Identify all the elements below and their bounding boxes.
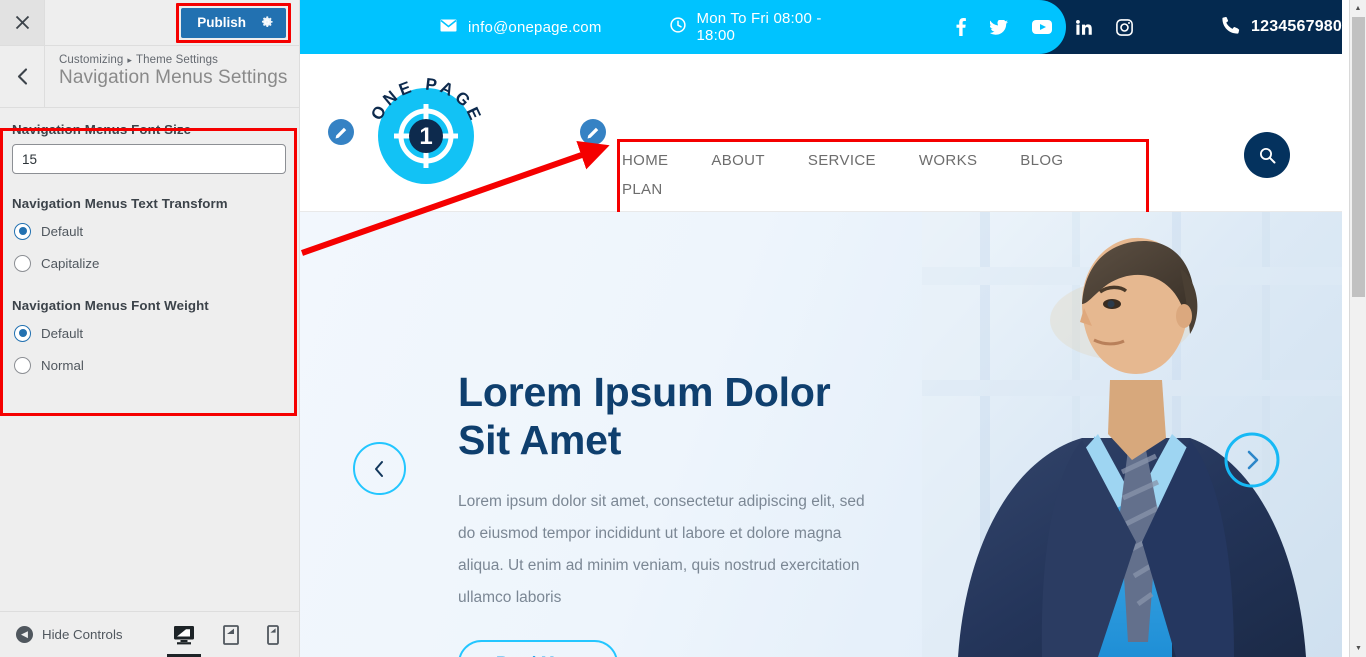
customizer-footer: ◀ Hide Controls xyxy=(0,611,299,657)
mobile-icon[interactable] xyxy=(267,624,279,645)
hero-title: Lorem Ipsum Dolor Sit Amet xyxy=(458,369,831,463)
breadcrumb-separator-icon: ▸ xyxy=(127,55,132,65)
gear-icon[interactable] xyxy=(260,15,274,31)
site-logo[interactable]: ONE PAGE 1 xyxy=(362,68,490,196)
chevron-left-circle-icon: ◀ xyxy=(16,626,33,643)
edit-pencil-icon-nav[interactable] xyxy=(580,119,606,145)
topbar-email[interactable]: info@onepage.com xyxy=(440,19,602,36)
publish-button[interactable]: Publish xyxy=(181,7,286,38)
nav-item-works[interactable]: WORKS xyxy=(919,146,977,175)
youtube-icon[interactable] xyxy=(1032,20,1053,34)
customizer-controls: Navigation Menus Font Size Navigation Me… xyxy=(0,108,299,378)
topbar-hours: Mon To Fri 08:00 - 18:00 xyxy=(669,10,857,44)
radio-label: Normal xyxy=(41,357,84,373)
facebook-icon[interactable] xyxy=(956,18,966,36)
radio-label: Capitalize xyxy=(41,255,100,271)
radio-label: Default xyxy=(41,223,84,239)
device-preview-switcher xyxy=(173,624,299,645)
hero-photo xyxy=(922,212,1342,657)
topbar-phone-text: 1234567980 xyxy=(1251,18,1342,35)
slider-prev-button[interactable] xyxy=(353,442,406,495)
publish-area: Publish xyxy=(45,0,299,45)
publish-label: Publish xyxy=(197,14,246,30)
nav-item-service[interactable]: SERVICE xyxy=(808,146,876,175)
font-size-label: Navigation Menus Font Size xyxy=(12,122,192,137)
twitter-icon[interactable] xyxy=(990,19,1009,35)
topbar-email-text: info@onepage.com xyxy=(468,18,602,36)
hero-content: Lorem Ipsum Dolor Sit Amet Lorem ipsum d… xyxy=(458,369,878,657)
font-size-input[interactable] xyxy=(12,144,286,174)
tablet-icon[interactable] xyxy=(223,624,239,645)
site-navbar: ONE PAGE 1 HOME ABOUT SERVICE WORKS BLOG… xyxy=(300,54,1342,249)
radio-font-weight-default[interactable]: Default xyxy=(14,320,287,346)
radio-text-transform-default[interactable]: Default xyxy=(14,218,287,244)
search-icon[interactable] xyxy=(1244,132,1290,178)
customizer-sidebar: Publish Customizing ▸ Theme Settings Nav… xyxy=(0,0,300,657)
control-text-transform: Navigation Menus Text Transform Default … xyxy=(12,196,287,276)
read-more-button[interactable]: Read More xyxy=(458,640,619,657)
mail-icon xyxy=(440,19,457,36)
radio-icon[interactable] xyxy=(14,324,31,342)
page-title: Navigation Menus Settings xyxy=(59,67,288,88)
control-font-weight: Navigation Menus Font Weight Default Nor… xyxy=(12,298,287,378)
text-transform-label: Navigation Menus Text Transform xyxy=(12,196,228,211)
instagram-icon[interactable] xyxy=(1116,18,1133,36)
topbar-social-links xyxy=(956,18,1133,36)
radio-icon[interactable] xyxy=(14,254,31,272)
scrollbar-thumb[interactable] xyxy=(1352,17,1365,297)
hide-controls-button[interactable]: ◀ Hide Controls xyxy=(16,626,123,643)
scroll-down-icon[interactable]: ▼ xyxy=(1350,640,1366,657)
phone-icon xyxy=(1221,15,1240,39)
hide-controls-label: Hide Controls xyxy=(42,627,123,642)
customizer-screen: Publish Customizing ▸ Theme Settings Nav… xyxy=(0,0,1366,657)
svg-text:1: 1 xyxy=(419,123,432,150)
edit-pencil-icon-logo[interactable] xyxy=(328,119,354,145)
hero-slider: Lorem Ipsum Dolor Sit Amet Lorem ipsum d… xyxy=(300,212,1342,657)
nav-item-blog[interactable]: BLOG xyxy=(1020,146,1063,175)
customizer-topbar: Publish xyxy=(0,0,299,46)
font-weight-label: Navigation Menus Font Weight xyxy=(12,298,209,313)
radio-font-weight-normal[interactable]: Normal xyxy=(14,352,287,378)
back-button[interactable] xyxy=(0,46,45,107)
desktop-icon[interactable] xyxy=(173,625,195,645)
site-preview: info@onepage.com Mon To Fri 08:00 - 18:0… xyxy=(300,0,1342,657)
radio-icon[interactable] xyxy=(14,222,31,240)
control-font-size: Navigation Menus Font Size xyxy=(12,122,287,174)
scroll-up-icon[interactable]: ▲ xyxy=(1350,0,1366,17)
topbar-hours-text: Mon To Fri 08:00 - 18:00 xyxy=(696,10,822,44)
radio-icon[interactable] xyxy=(14,356,31,374)
close-icon[interactable] xyxy=(0,0,45,45)
breadcrumb-root[interactable]: Customizing xyxy=(59,54,123,66)
radio-text-transform-capitalize[interactable]: Capitalize xyxy=(14,250,287,276)
nav-item-home[interactable]: HOME xyxy=(622,146,668,175)
linkedin-icon[interactable] xyxy=(1076,19,1092,35)
panel-titles: Customizing ▸ Theme Settings Navigation Me… xyxy=(45,46,288,107)
clock-icon xyxy=(669,17,686,37)
customizer-header: Customizing ▸ Theme Settings Navigation Me… xyxy=(0,46,299,108)
publish-highlight-box: Publish xyxy=(176,2,291,43)
hero-description: Lorem ipsum dolor sit amet, consectetur … xyxy=(458,493,865,607)
nav-item-plan[interactable]: PLAN xyxy=(622,175,663,204)
radio-label: Default xyxy=(41,325,84,341)
breadcrumb-parent[interactable]: Theme Settings xyxy=(136,54,218,66)
nav-item-about[interactable]: ABOUT xyxy=(711,146,764,175)
site-topbar: info@onepage.com Mon To Fri 08:00 - 18:0… xyxy=(300,0,1342,54)
topbar-phone[interactable]: 1234567980 xyxy=(1221,15,1342,39)
breadcrumb: Customizing ▸ Theme Settings xyxy=(59,54,288,66)
scrollbar[interactable]: ▲ ▼ xyxy=(1349,0,1366,657)
